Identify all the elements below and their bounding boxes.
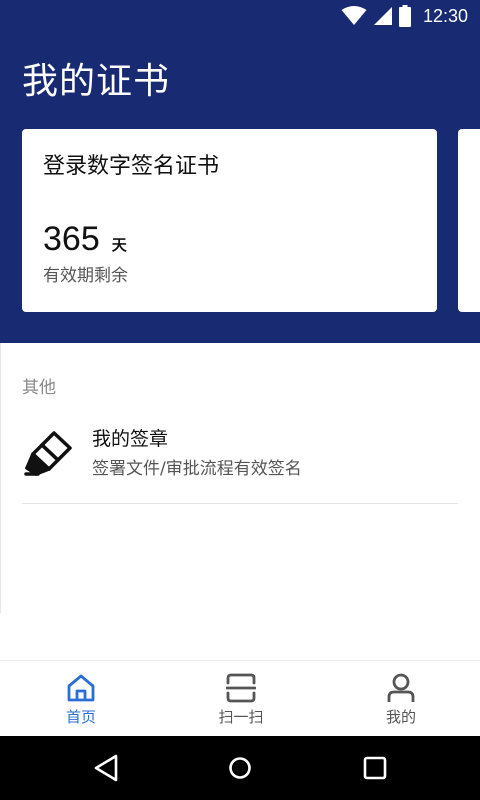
wifi-icon (341, 6, 367, 25)
home-circle-icon[interactable] (222, 750, 258, 786)
user-icon (387, 673, 415, 702)
tab-scan[interactable]: 扫一扫 (181, 661, 301, 737)
tab-home-label: 首页 (65, 708, 96, 726)
section-label: 其他 (22, 378, 56, 398)
tab-home[interactable]: 首页 (21, 661, 141, 737)
recent-apps-icon[interactable] (357, 750, 393, 786)
certificate-validity-label: 有效期剩余 (43, 266, 128, 286)
certificate-days-remaining: 365 天 (43, 219, 127, 259)
scan-icon (226, 673, 256, 703)
certificate-title: 登录数字签名证书 (43, 154, 220, 179)
divider (22, 503, 458, 504)
home-icon (67, 674, 95, 702)
tab-mine-label: 我的 (385, 708, 416, 726)
status-time: 12:30 (422, 5, 468, 26)
back-icon[interactable] (89, 750, 125, 786)
tab-mine[interactable]: 我的 (341, 661, 461, 737)
list-item-subtitle: 签署文件/审批流程有效签名 (92, 459, 302, 479)
cellular-signal-icon (373, 7, 392, 25)
bottom-nav: 首页 扫一扫 我的 (0, 660, 480, 736)
list-item-title: 我的签章 (92, 428, 169, 450)
next-certificate-card[interactable] (458, 129, 480, 312)
header: 12:30 我的证书 登录数字签名证书 365 天 有效期剩余 (0, 0, 480, 343)
list-item-my-seal[interactable]: 我的签章 签署文件/审批流程有效签名 (22, 418, 458, 504)
system-navigation-bar (0, 736, 480, 800)
content-edge (0, 343, 1, 613)
days-unit: 天 (111, 236, 127, 254)
page-title: 我的证书 (22, 61, 171, 102)
days-value: 365 (43, 220, 100, 258)
battery-icon (398, 5, 411, 27)
certificate-card[interactable]: 登录数字签名证书 365 天 有效期剩余 (22, 129, 437, 312)
tab-scan-label: 扫一扫 (218, 708, 264, 726)
status-bar: 12:30 (0, 0, 480, 32)
status-icons: 12:30 (341, 4, 468, 28)
seal-stamp-icon (24, 431, 72, 476)
